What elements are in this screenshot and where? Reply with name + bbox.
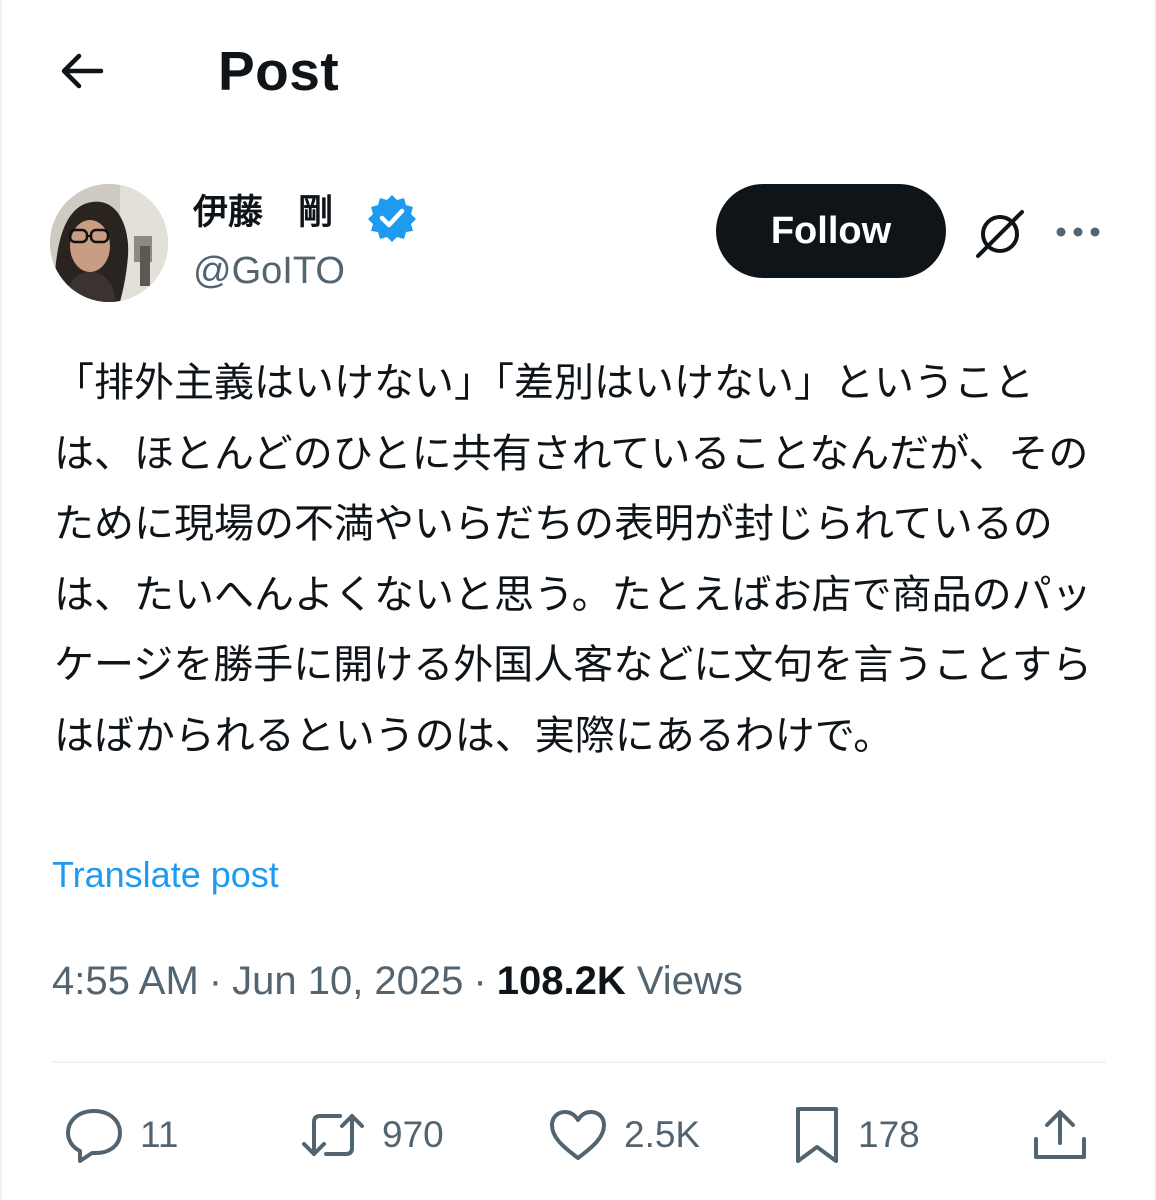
views-count: 108.2K — [496, 959, 626, 1003]
follow-button[interactable]: Follow — [716, 184, 946, 278]
repost-button[interactable]: 970 — [300, 1104, 444, 1166]
like-count: 2.5K — [624, 1114, 701, 1155]
post-date[interactable]: Jun 10, 2025 — [232, 959, 463, 1003]
post-meta: 4:55 AM · Jun 10, 2025 · 108.2K Views — [52, 955, 743, 1007]
divider — [52, 1061, 1106, 1063]
reply-icon — [64, 1106, 124, 1164]
bookmark-button[interactable]: 178 — [792, 1104, 920, 1166]
share-icon — [1030, 1107, 1090, 1163]
more-options-button[interactable] — [1050, 212, 1106, 252]
more-icon — [1055, 226, 1101, 238]
grok-button[interactable] — [968, 206, 1032, 262]
repost-icon — [300, 1110, 366, 1160]
meta-separator: · — [473, 959, 487, 1003]
grok-icon — [972, 208, 1028, 260]
bookmark-count: 178 — [858, 1114, 920, 1155]
verified-badge-icon — [367, 192, 417, 242]
back-arrow-icon — [57, 51, 105, 91]
like-button[interactable]: 2.5K — [548, 1104, 700, 1166]
repost-count: 970 — [382, 1114, 444, 1155]
like-icon — [548, 1108, 608, 1162]
avatar[interactable] — [50, 184, 168, 302]
page-title: Post — [218, 40, 340, 102]
post-detail-screen: Post 伊藤 剛 @GoITO Follow 「排外主義はいけない」「差別はい… — [0, 0, 1156, 1200]
reply-count: 11 — [140, 1114, 179, 1155]
bookmark-icon — [792, 1105, 842, 1165]
views-label: Views — [636, 959, 743, 1003]
post-text: 「排外主義はいけない」「差別はいけない」ということは、ほとんどのひとに共有されて… — [54, 360, 1092, 759]
back-button[interactable] — [50, 40, 112, 102]
top-bar: Post — [0, 0, 1156, 140]
post-time[interactable]: 4:55 AM — [52, 959, 199, 1003]
reply-button[interactable]: 11 — [64, 1104, 178, 1166]
translate-post-link[interactable]: Translate post — [52, 853, 279, 897]
left-border — [0, 0, 2, 1200]
author-name[interactable]: 伊藤 剛 — [193, 190, 333, 236]
meta-separator: · — [208, 959, 223, 1003]
author-handle[interactable]: @GoITO — [193, 247, 345, 295]
share-button[interactable] — [1030, 1104, 1090, 1166]
